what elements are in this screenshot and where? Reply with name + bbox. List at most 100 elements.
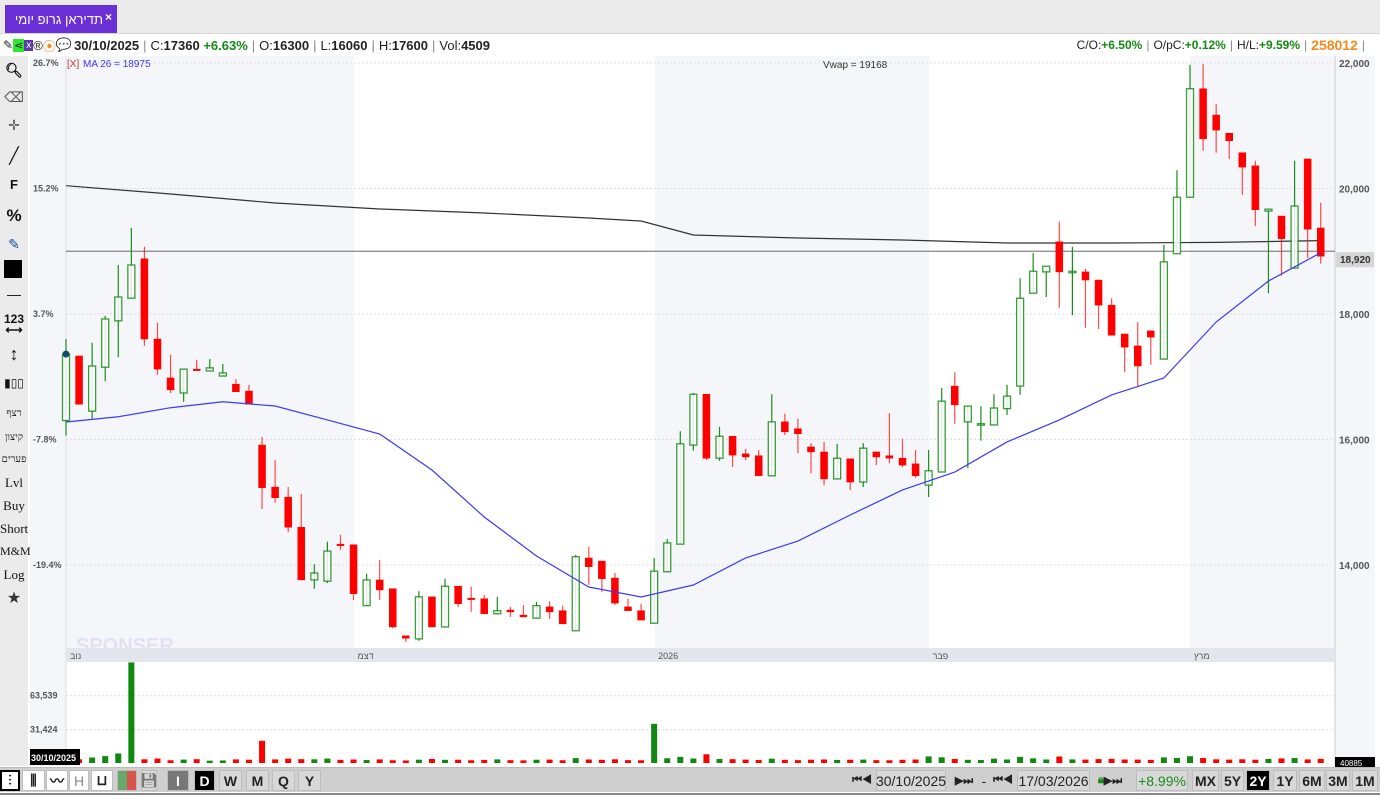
line-icon[interactable]: ╱ xyxy=(0,146,28,166)
range-MX[interactable]: MX xyxy=(1192,770,1219,791)
vertical-arrow-icon[interactable]: ↕ xyxy=(0,344,28,365)
volume-date-label: 30/10/2025 xyxy=(31,753,76,763)
volume-tick-label: 63,539 xyxy=(30,691,58,701)
rezef-button[interactable]: רצף xyxy=(0,408,28,419)
candle-body xyxy=(101,318,110,368)
paarim-button[interactable]: פערים xyxy=(0,454,28,465)
volume-bar xyxy=(1004,759,1011,763)
range-1Y[interactable]: 1Y xyxy=(1273,770,1297,791)
price-chart[interactable]: 22,000 26.7% 20,000 15.2% 18,000 3.7% 16,000 -7… xyxy=(0,0,1380,767)
interval-D[interactable]: D xyxy=(194,770,215,791)
volume-bar xyxy=(324,758,331,763)
volume-bar xyxy=(1160,757,1167,763)
range-6M[interactable]: 6M xyxy=(1299,770,1325,791)
candle-body xyxy=(1147,330,1155,338)
volume-bar xyxy=(507,760,514,763)
bars-style-icon[interactable]: ⫼ xyxy=(22,770,45,791)
candle-body xyxy=(467,597,475,600)
area-style-icon[interactable]: ⊔ xyxy=(91,770,113,791)
interval-W[interactable]: W xyxy=(219,770,242,791)
hlc-style-icon[interactable]: H xyxy=(69,770,89,791)
range-1M[interactable]: 1M xyxy=(1352,770,1378,791)
eraser-icon[interactable]: ⌫ xyxy=(0,89,28,106)
time-axis-label: מרץ xyxy=(1194,651,1210,661)
kitzon-button[interactable]: קיצון xyxy=(0,432,28,443)
candle-body xyxy=(1264,208,1273,212)
pct-tick-label: -7.8% xyxy=(33,434,57,444)
lock-next-last-icon[interactable]: 🔒︎ ▶⏭ xyxy=(1090,770,1130,791)
log-button[interactable]: Log xyxy=(0,567,28,583)
candle-body xyxy=(506,609,515,613)
volume-bar xyxy=(1095,759,1102,763)
candle-body xyxy=(1303,158,1312,230)
mm-button[interactable]: M&M xyxy=(0,544,31,559)
search-icon[interactable]: 🔍︎ xyxy=(0,62,28,79)
candle-body xyxy=(153,338,162,370)
edit-icon[interactable]: ✎ xyxy=(0,236,28,253)
volume-bar xyxy=(1082,759,1089,763)
price-axis-bg xyxy=(1335,56,1375,766)
volume-bar xyxy=(350,759,357,763)
star-icon[interactable]: ★ xyxy=(0,588,28,608)
volume-bar xyxy=(860,759,867,763)
volume-bar xyxy=(638,760,645,763)
candle-body xyxy=(140,258,149,340)
volume-bar xyxy=(886,760,893,763)
range-2Y[interactable]: 2Y xyxy=(1246,770,1270,791)
candle-body xyxy=(585,557,593,568)
volume-bar xyxy=(1265,758,1272,763)
volume-bar xyxy=(977,760,984,763)
candle-body xyxy=(702,393,711,459)
first-prev-end-icon[interactable]: ⏮◀ xyxy=(990,770,1016,791)
buy-button[interactable]: Buy xyxy=(0,498,28,514)
from-date[interactable]: 30/10/2025 xyxy=(876,770,946,791)
volume-bar xyxy=(625,760,632,763)
percent-button[interactable]: % xyxy=(0,206,28,226)
short-button[interactable]: Short xyxy=(0,521,28,537)
next-last-start-icon[interactable]: ▶⏭ xyxy=(950,770,978,791)
candle-body xyxy=(859,447,868,483)
candle-body xyxy=(1238,152,1247,168)
interval-Q[interactable]: Q xyxy=(272,770,295,791)
first-prev-start-icon[interactable]: ⏮◀ xyxy=(849,770,875,791)
candle-body xyxy=(179,368,188,394)
volume-bar xyxy=(847,759,854,763)
candle-body xyxy=(192,368,201,371)
crosshair-icon[interactable]: ✛ xyxy=(0,117,28,134)
pct-tick-label: -19.4% xyxy=(33,560,62,570)
volume-bar xyxy=(938,757,945,763)
volume-bar xyxy=(1134,759,1141,763)
color-picker-icon[interactable] xyxy=(4,260,22,278)
lvl-button[interactable]: Lvl xyxy=(0,475,28,491)
candle-body xyxy=(1068,270,1077,274)
range-3M[interactable]: 3M xyxy=(1326,770,1350,791)
measure-button[interactable]: 123 ⟷ xyxy=(0,313,28,336)
pct-tick-label: 3.7% xyxy=(33,309,54,319)
line-style-icon[interactable]: 〰 xyxy=(46,770,68,791)
save-icon[interactable]: 💾︎ xyxy=(140,770,158,791)
candle-body xyxy=(846,458,854,483)
volume-bar xyxy=(1108,758,1115,763)
range-change: +8.99% xyxy=(1136,770,1188,791)
volume-bar xyxy=(677,756,684,763)
interval-Y[interactable]: Y xyxy=(298,770,321,791)
date-range-dash: - xyxy=(981,772,987,789)
candles-style-icon[interactable]: ⫶ xyxy=(0,770,20,791)
hline-icon[interactable]: — xyxy=(0,286,28,302)
interval-I[interactable]: I xyxy=(167,770,189,791)
candles-icon[interactable]: ▮▯▯ xyxy=(0,376,28,390)
volume-bar xyxy=(1147,759,1154,763)
volume-bar xyxy=(102,756,109,763)
volume-bar xyxy=(729,759,736,763)
interval-M[interactable]: M xyxy=(246,770,269,791)
fibonacci-button[interactable]: F xyxy=(0,177,28,192)
to-date[interactable]: 17/03/2026 xyxy=(1017,770,1090,791)
range-5Y[interactable]: 5Y xyxy=(1221,770,1244,791)
candle-body xyxy=(715,435,724,459)
ma-remove-button[interactable]: [X] xyxy=(67,59,79,70)
colors-icon[interactable] xyxy=(117,770,137,791)
volume-bar xyxy=(154,758,161,763)
candle-body xyxy=(663,542,672,573)
pct-axis-bg xyxy=(30,56,66,766)
volume-bar xyxy=(1317,758,1324,763)
